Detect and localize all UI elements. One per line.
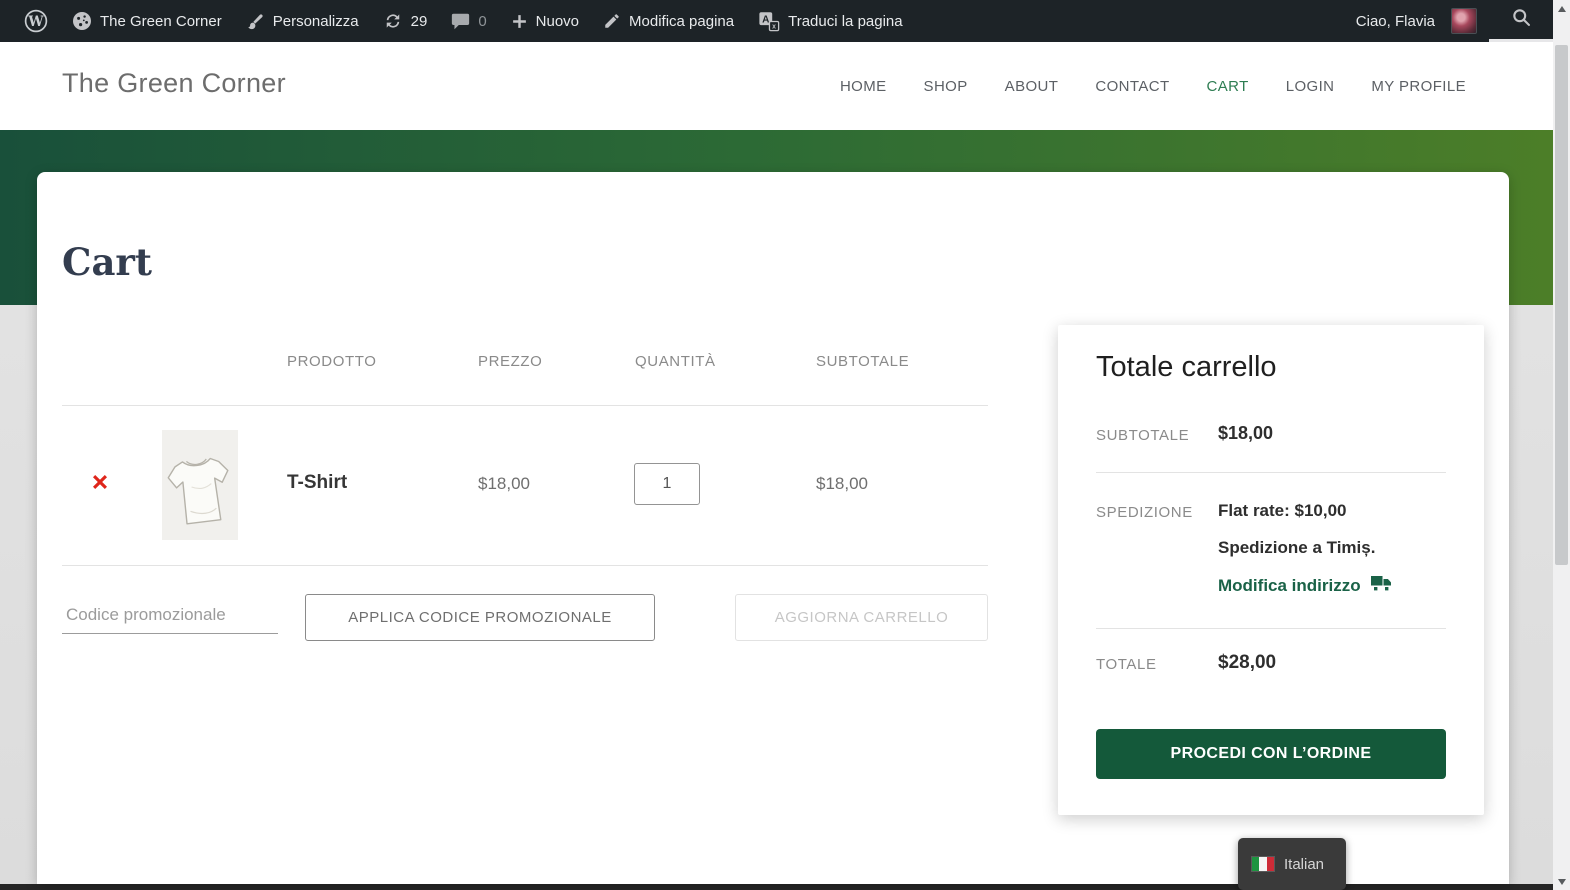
- scroll-up-arrow[interactable]: [1553, 0, 1570, 17]
- admin-search-button[interactable]: [1489, 0, 1553, 42]
- proceed-to-checkout-button[interactable]: PROCEDI CON L’ORDINE: [1096, 729, 1446, 779]
- new-content-menu[interactable]: Nuovo: [499, 0, 591, 42]
- account-menu[interactable]: Ciao, Flavia: [1344, 0, 1489, 42]
- product-name[interactable]: T-Shirt: [287, 472, 347, 494]
- remove-item-button[interactable]: [85, 468, 115, 498]
- subtotal-label: SUBTOTALE: [1096, 427, 1190, 444]
- edit-page-menu[interactable]: Modifica pagina: [591, 0, 746, 42]
- translate-page-menu[interactable]: A x Traduci la pagina: [746, 0, 915, 42]
- greeting-label: Ciao, Flavia: [1355, 12, 1435, 30]
- column-header-quantity: QUANTITÀ: [635, 353, 716, 370]
- language-label: Italian: [1284, 855, 1325, 873]
- column-header-price: PREZZO: [478, 353, 543, 370]
- totals-title: Totale carrello: [1096, 351, 1277, 383]
- site-header: The Green Corner HOME SHOP ABOUT CONTACT…: [0, 42, 1553, 130]
- totals-divider: [1096, 628, 1446, 629]
- scroll-down-arrow[interactable]: [1553, 873, 1570, 890]
- site-logo-title[interactable]: The Green Corner: [62, 68, 286, 99]
- shipping-method: Flat rate: $10,00: [1218, 501, 1347, 520]
- subtotal-value: $18,00: [1218, 423, 1274, 443]
- product-image[interactable]: [162, 430, 238, 540]
- column-header-subtotal: SUBTOTALE: [816, 353, 910, 370]
- site-name-label: The Green Corner: [100, 12, 222, 30]
- edit-page-label: Modifica pagina: [629, 12, 735, 30]
- nav-item-my-profile[interactable]: MY PROFILE: [1371, 78, 1466, 95]
- red-x-icon: [90, 472, 110, 495]
- vertical-scrollbar: [1553, 0, 1570, 890]
- page-title: Cart: [62, 240, 153, 284]
- avatar: [1451, 8, 1477, 34]
- totals-divider: [1096, 472, 1446, 473]
- quantity-input[interactable]: [634, 463, 700, 505]
- pencil-icon: [603, 12, 621, 30]
- nav-item-home[interactable]: HOME: [840, 78, 887, 95]
- change-address-link[interactable]: Modifica indirizzo: [1218, 574, 1393, 597]
- nav-item-shop[interactable]: SHOP: [924, 78, 968, 95]
- nav-item-contact[interactable]: CONTACT: [1095, 78, 1169, 95]
- search-icon: [1511, 7, 1532, 33]
- total-label: TOTALE: [1096, 656, 1157, 673]
- comments-count: 0: [478, 12, 487, 30]
- language-switcher[interactable]: Italian: [1238, 838, 1346, 890]
- translate-icon: A x: [758, 10, 780, 32]
- update-cart-button[interactable]: AGGIORNA CARRELLO: [735, 594, 988, 641]
- nav-item-cart[interactable]: CART: [1207, 78, 1249, 95]
- comments-bubble-icon: [451, 12, 470, 31]
- table-divider-bottom: [62, 565, 988, 566]
- apply-coupon-button[interactable]: APPLICA CODICE PROMOZIONALE: [305, 594, 655, 641]
- updates-menu[interactable]: 29: [371, 0, 440, 42]
- total-value: $28,00: [1218, 652, 1277, 673]
- dashboard-gauge-icon: [72, 11, 92, 31]
- italian-flag-icon: [1251, 856, 1275, 872]
- table-divider-top: [62, 405, 988, 406]
- wordpress-logo-icon: W: [24, 9, 48, 33]
- cart-totals-panel: Totale carrello SUBTOTALE $18,00 SPEDIZI…: [1058, 325, 1484, 815]
- product-price: $18,00: [478, 474, 530, 493]
- nav-item-login[interactable]: LOGIN: [1286, 78, 1335, 95]
- wp-admin-bar: W The Green Corner Personalizza 29 0 Nuo…: [0, 0, 1553, 42]
- svg-text:W: W: [27, 14, 44, 30]
- coupon-code-input[interactable]: [62, 596, 278, 634]
- updates-refresh-icon: [383, 11, 403, 31]
- customize-menu[interactable]: Personalizza: [234, 0, 371, 42]
- new-label: Nuovo: [535, 12, 580, 30]
- scrollbar-thumb[interactable]: [1555, 45, 1568, 565]
- nav-item-about[interactable]: ABOUT: [1005, 78, 1059, 95]
- translate-label: Traduci la pagina: [788, 12, 903, 30]
- column-header-product: PRODOTTO: [287, 353, 377, 370]
- change-address-label: Modifica indirizzo: [1218, 575, 1361, 595]
- updates-count: 29: [410, 12, 428, 30]
- paintbrush-icon: [246, 12, 265, 31]
- main-navigation: HOME SHOP ABOUT CONTACT CART LOGIN MY PR…: [840, 42, 1466, 130]
- shipping-destination: Spedizione a Timiș.: [1218, 538, 1376, 557]
- product-subtotal: $18,00: [816, 474, 868, 493]
- shipping-label: SPEDIZIONE: [1096, 504, 1193, 521]
- wp-logo-menu[interactable]: W: [12, 0, 60, 42]
- truck-icon: [1370, 574, 1393, 597]
- plus-icon: [511, 13, 528, 30]
- svg-text:x: x: [772, 24, 776, 31]
- comments-menu[interactable]: 0: [439, 0, 498, 42]
- site-name-menu[interactable]: The Green Corner: [60, 0, 234, 42]
- customize-label: Personalizza: [272, 12, 359, 30]
